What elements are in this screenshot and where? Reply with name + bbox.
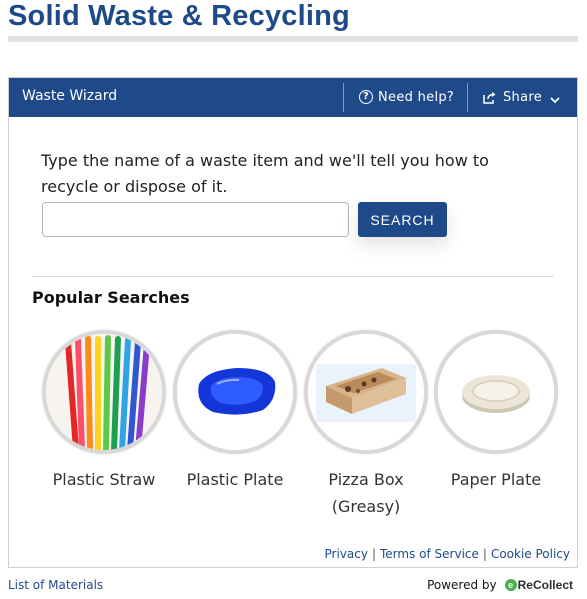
popular-searches-heading: Popular Searches [32, 288, 190, 307]
footer-links: Privacy | Terms of Service | Cookie Policy [325, 547, 571, 561]
title-underline [8, 36, 578, 42]
widget-title: Waste Wizard [22, 88, 118, 104]
plastic-plate-image [173, 330, 297, 454]
paper-plate-image [434, 330, 558, 454]
pizza-box-image [304, 330, 428, 454]
need-help-label: Need help? [378, 89, 455, 105]
recollect-logo-text: ReCollect [517, 578, 573, 592]
link-separator: | [482, 547, 487, 561]
powered-by-label: Powered by [427, 578, 497, 592]
search-button[interactable]: SEARCH [358, 202, 447, 237]
search-instructions: Type the name of a waste item and we'll … [41, 151, 489, 196]
page-title: Solid Waste & Recycling [8, 0, 350, 32]
popular-item-pizza-box[interactable]: Pizza Box (Greasy) [301, 330, 431, 520]
question-circle-icon: ? [359, 90, 373, 104]
search-input[interactable] [42, 202, 349, 237]
list-of-materials-link[interactable]: List of Materials [8, 578, 103, 592]
recollect-logo[interactable]: e ReCollect [504, 578, 573, 592]
popular-item-label: Paper Plate [450, 470, 542, 489]
header-divider [467, 83, 468, 112]
cookie-policy-link[interactable]: Cookie Policy [491, 547, 570, 561]
popular-item-label: Plastic Plate [186, 470, 284, 489]
powered-by: Powered by e ReCollect [427, 578, 573, 592]
popular-item-label: Pizza Box (Greasy) [328, 470, 404, 516]
share-button[interactable]: Share [483, 86, 560, 108]
terms-of-service-link[interactable]: Terms of Service [380, 547, 479, 561]
section-divider [32, 276, 554, 277]
widget-header: Waste Wizard ? Need help? Share [9, 78, 577, 117]
recollect-logo-icon: e [504, 579, 517, 591]
share-icon [483, 91, 497, 104]
popular-item-plastic-straw[interactable]: Plastic Straw [39, 330, 169, 493]
link-separator: | [371, 547, 376, 561]
popular-item-plastic-plate[interactable]: Plastic Plate [170, 330, 300, 493]
need-help-button[interactable]: ? Need help? [359, 86, 454, 108]
header-divider [343, 83, 344, 112]
privacy-link[interactable]: Privacy [325, 547, 368, 561]
waste-wizard-widget: Waste Wizard ? Need help? Share Type the… [8, 77, 578, 568]
plastic-straw-image [42, 330, 166, 454]
popular-item-paper-plate[interactable]: Paper Plate [431, 330, 561, 493]
chevron-down-icon [550, 93, 560, 104]
popular-item-label: Plastic Straw [52, 470, 156, 489]
share-label: Share [503, 89, 543, 105]
